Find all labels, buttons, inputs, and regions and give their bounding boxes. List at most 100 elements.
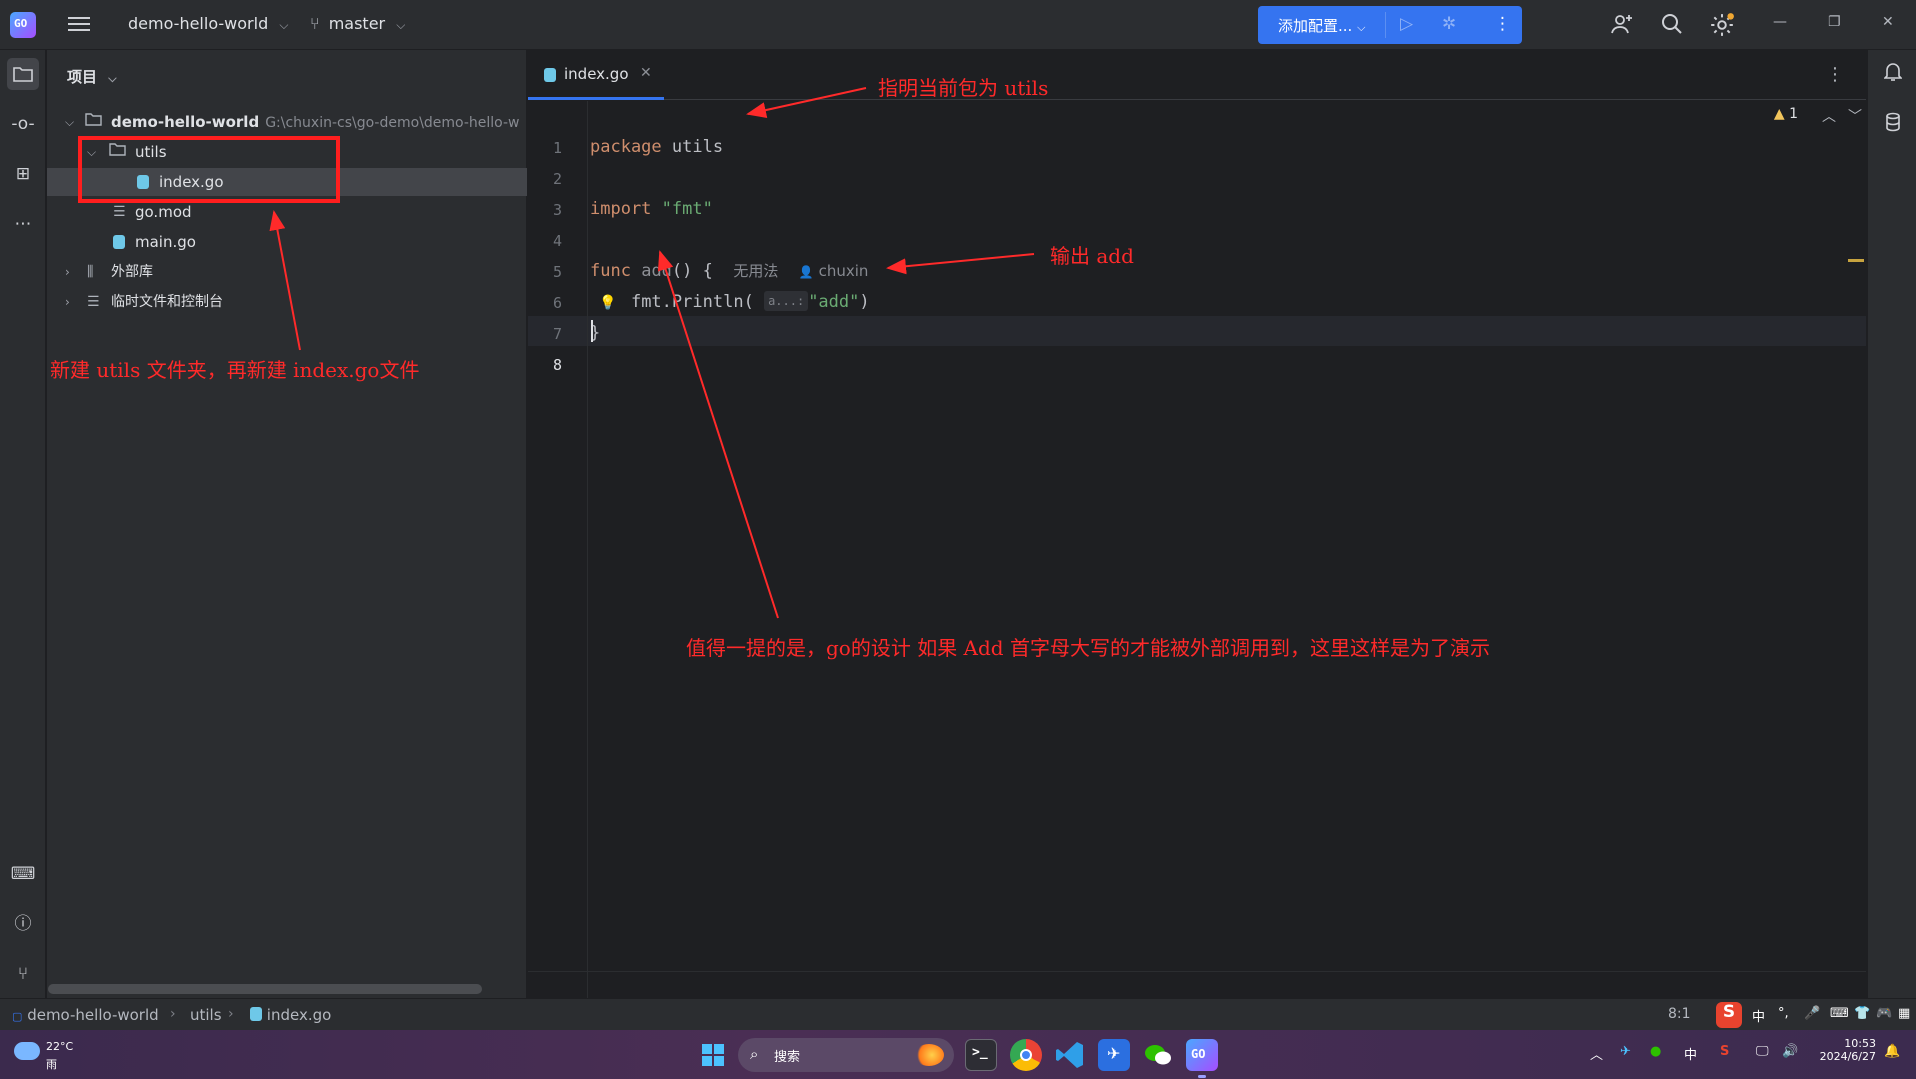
branch-switcher[interactable]: ⑂ master ⌵	[310, 14, 405, 33]
game-icon[interactable]: 🎮	[1876, 1006, 1892, 1021]
breadcrumb-folder[interactable]: utils	[190, 1006, 222, 1024]
author-hint[interactable]: 👤 chuxin	[799, 262, 869, 280]
settings-icon[interactable]	[1709, 12, 1735, 43]
search-icon[interactable]	[1660, 12, 1684, 41]
code-line-1[interactable]: package utils	[590, 132, 723, 162]
chevron-down-icon: ⌵	[279, 18, 288, 32]
line-number: 4	[528, 232, 562, 250]
horizontal-scrollbar[interactable]	[48, 984, 482, 994]
add-user-icon[interactable]	[1610, 12, 1634, 41]
code-line-6[interactable]: fmt.Println( a...:"add")	[590, 287, 870, 317]
commit-tool-icon[interactable]: -o-	[7, 108, 39, 140]
more-vertical-icon[interactable]: ⋮	[1494, 14, 1511, 34]
code-token: add	[641, 261, 672, 281]
usages-hint[interactable]: 无用法	[733, 262, 778, 280]
breadcrumb-project[interactable]: ▢ demo-hello-world	[12, 1006, 159, 1024]
problems-icon[interactable]: ⓘ	[7, 908, 39, 940]
debug-icon[interactable]: ✲	[1442, 14, 1456, 34]
line-number: 3	[528, 201, 562, 219]
chevron-down-icon[interactable]: ﹀	[1848, 106, 1862, 126]
chevron-down-icon: ⌵	[108, 72, 116, 85]
line-number: 6	[528, 294, 562, 312]
close-tab-icon[interactable]: ✕	[640, 65, 652, 81]
chevron-down-icon[interactable]: ⌵	[65, 108, 79, 136]
parameter-hint: a...:	[764, 291, 808, 311]
microphone-icon[interactable]: 🎤	[1804, 1006, 1820, 1021]
sogou-ime-icon[interactable]: S	[1716, 1002, 1742, 1028]
database-icon[interactable]	[1878, 112, 1908, 142]
terminal-icon[interactable]: ⌨	[7, 858, 39, 890]
taskbar-search[interactable]: ⌕ 搜索	[738, 1038, 954, 1072]
structure-tool-icon[interactable]: ⊞	[7, 158, 39, 190]
project-panel-header[interactable]: 项目 ⌵	[67, 66, 117, 87]
wechat-app-icon[interactable]	[1142, 1039, 1174, 1071]
editor-bottom-border	[528, 971, 1866, 972]
network-icon[interactable]: 🖵	[1756, 1044, 1769, 1059]
code-token: () {	[672, 261, 713, 281]
notification-bell-icon[interactable]: 🔔	[1884, 1044, 1900, 1059]
warning-stripe-marker[interactable]	[1848, 259, 1864, 262]
tree-item-main-go[interactable]: main.go	[47, 228, 527, 256]
run-icon[interactable]: ▷	[1400, 14, 1413, 34]
keyboard-icon[interactable]: ⌨	[1830, 1006, 1849, 1021]
sogou-tray-icon[interactable]: S	[1720, 1044, 1729, 1059]
chevron-up-icon[interactable]: ︿	[1822, 106, 1836, 126]
text-caret	[591, 320, 593, 342]
library-icon: ⫼	[87, 258, 93, 286]
code-token: "add"	[808, 292, 859, 312]
editor-tab-bar: index.go ✕ ⋮	[528, 50, 1866, 100]
close-icon[interactable]: ✕	[1882, 14, 1894, 30]
goland-app-icon[interactable]: GO	[1186, 1039, 1218, 1071]
cursor-position[interactable]: 8:1	[1668, 1006, 1691, 1022]
grid-icon[interactable]: ▦	[1898, 1006, 1910, 1021]
chrome-app-icon[interactable]	[1010, 1039, 1042, 1071]
ime-toolbar: S 中 °, 🎤 ⌨ 👕 🎮 ▦	[1712, 999, 1916, 1031]
tray-language[interactable]: 中	[1684, 1044, 1697, 1063]
windows-taskbar: 22°C 雨 ⌕ 搜索 >_ ✈ GO ︿ ✈ ● 中 S 🖵 🔊 10:53 …	[0, 1030, 1916, 1079]
folder-icon	[85, 108, 102, 136]
project-switcher[interactable]: demo-hello-world ⌵	[128, 14, 288, 33]
chevron-down-icon: ⌵	[396, 18, 405, 32]
feishu-tray-icon[interactable]: ✈	[1620, 1044, 1631, 1059]
volume-icon[interactable]: 🔊	[1782, 1044, 1798, 1059]
more-vertical-icon[interactable]: ⋮	[1826, 64, 1844, 85]
tab-index-go[interactable]: index.go ✕	[528, 50, 664, 100]
more-horizontal-icon[interactable]: ⋯	[7, 208, 39, 240]
ime-mode[interactable]: 中	[1752, 1006, 1765, 1025]
warning-indicator[interactable]: ▲ 1	[1774, 106, 1798, 122]
taskbar-clock[interactable]: 10:53 2024/6/27	[1818, 1037, 1876, 1063]
minimize-icon[interactable]: —	[1773, 14, 1787, 30]
chevron-right-icon[interactable]: ›	[65, 288, 79, 316]
annotation-output-note: 输出 add	[1050, 240, 1134, 269]
code-token: package	[590, 137, 662, 157]
add-configuration-button[interactable]: 添加配置... ⌵	[1278, 15, 1365, 36]
project-panel-title: 项目	[67, 68, 97, 86]
chevron-right-icon[interactable]: ›	[65, 258, 79, 286]
skin-icon[interactable]: 👕	[1854, 1006, 1870, 1021]
search-icon: ⌕	[750, 1045, 758, 1063]
feishu-app-icon[interactable]: ✈	[1098, 1039, 1130, 1071]
code-line-3[interactable]: import "fmt"	[590, 194, 713, 224]
left-tool-strip: -o- ⊞ ⋯ ⌨ ⓘ ⑂	[0, 50, 46, 998]
vscode-app-icon[interactable]	[1054, 1039, 1086, 1071]
code-line-5[interactable]: func add() { 无用法 👤 chuxin	[590, 256, 868, 286]
tree-root[interactable]: ⌵ demo-hello-worldG:\chuxin-cs\go-demo\d…	[47, 108, 527, 136]
notifications-icon[interactable]	[1878, 62, 1908, 92]
lightbulb-icon[interactable]: 💡	[599, 295, 616, 311]
code-token: import	[590, 199, 651, 219]
wechat-tray-icon[interactable]: ●	[1650, 1044, 1661, 1059]
chevron-up-icon[interactable]: ︿	[1590, 1044, 1603, 1063]
maximize-icon[interactable]: ❐	[1828, 14, 1841, 30]
terminal-app-icon[interactable]: >_	[965, 1039, 997, 1071]
tree-item-scratches[interactable]: › ☰ 临时文件和控制台	[47, 288, 527, 316]
ime-punctuation[interactable]: °,	[1778, 1006, 1789, 1021]
tree-item-external-libs[interactable]: › ⫼ 外部库	[47, 258, 527, 286]
line-number: 1	[528, 139, 562, 157]
annotation-highlight-box	[78, 136, 340, 203]
menu-icon[interactable]	[68, 14, 90, 34]
breadcrumb-file[interactable]: index.go	[250, 1006, 331, 1024]
windows-start-icon[interactable]	[702, 1044, 724, 1066]
go-file-icon	[113, 235, 125, 249]
git-icon[interactable]: ⑂	[7, 958, 39, 990]
project-tool-icon[interactable]	[7, 58, 39, 90]
